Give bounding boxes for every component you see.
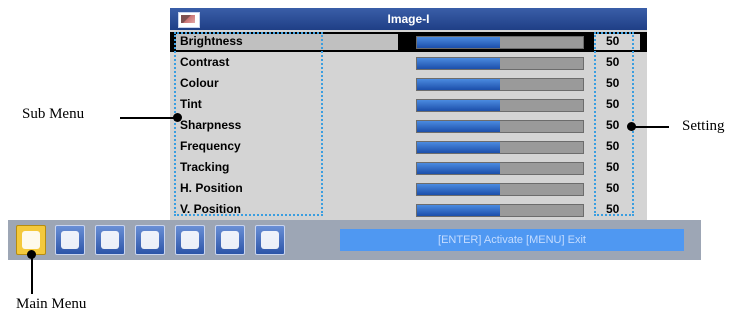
osd-row-slider[interactable] (416, 78, 584, 91)
osd-row-slider-fill (417, 142, 500, 153)
color-icon[interactable] (135, 225, 165, 255)
osd-row-slider[interactable] (416, 162, 584, 175)
setting-icon[interactable] (95, 225, 125, 255)
3d-icon[interactable] (255, 225, 285, 255)
hint-text: [ENTER] Activate [MENU] Exit (438, 234, 586, 246)
osd-row-slider-fill (417, 121, 500, 132)
sub-menu-pointer-dot (173, 113, 182, 122)
osd-row-slider[interactable] (416, 99, 584, 112)
osd-row-slider-fill (417, 37, 500, 48)
audio-icon[interactable] (215, 225, 245, 255)
osd-row-slider[interactable] (416, 141, 584, 154)
setting-leader-line (632, 126, 669, 128)
main-menu-callout: Main Menu (16, 296, 87, 312)
osd-row-slider-fill (417, 205, 500, 216)
main-menu-leader-line (31, 254, 33, 294)
osd-row-slider[interactable] (416, 36, 584, 49)
osd-row-slider-fill (417, 100, 500, 111)
setting-callout: Setting (682, 118, 725, 134)
osd-row-slider[interactable] (416, 183, 584, 196)
osd-row-slider-fill (417, 79, 500, 90)
osd-row-slider[interactable] (416, 204, 584, 217)
sub-menu-callout: Sub Menu (22, 106, 85, 122)
sub-menu-highlight (174, 32, 323, 216)
sub-menu-leader-line (120, 117, 178, 119)
osd-row-slider-fill (417, 58, 500, 69)
osd-title-bar: Image-I (170, 8, 647, 30)
main-menu-pointer-dot (27, 250, 36, 259)
options-icon[interactable] (175, 225, 205, 255)
osd-row-slider[interactable] (416, 57, 584, 70)
display-icon[interactable] (55, 225, 85, 255)
osd-row-slider[interactable] (416, 120, 584, 133)
osd-row-slider-fill (417, 184, 500, 195)
hint-bar: [ENTER] Activate [MENU] Exit (340, 229, 684, 251)
osd-title: Image-I (387, 12, 430, 26)
osd-row-slider-fill (417, 163, 500, 174)
setting-pointer-dot (627, 122, 636, 131)
